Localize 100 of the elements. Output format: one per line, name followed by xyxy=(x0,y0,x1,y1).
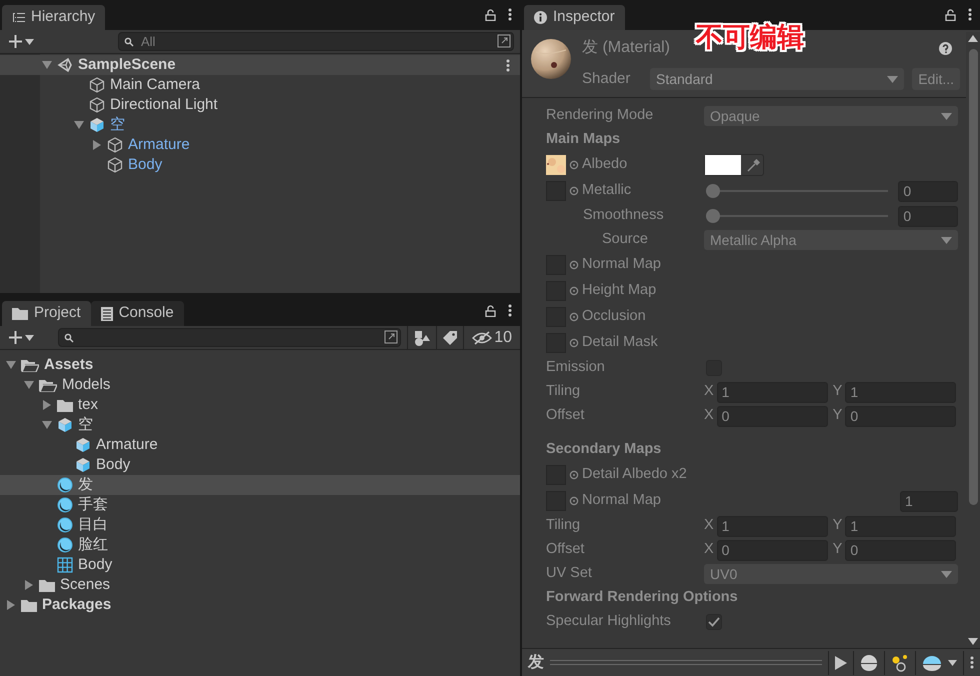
search-field[interactable] xyxy=(58,328,402,347)
tree-row[interactable]: Body xyxy=(0,555,520,575)
collapse-arrow-icon[interactable] xyxy=(24,381,34,389)
tree-row[interactable]: 手套 xyxy=(0,495,520,515)
number-field[interactable]: 0 xyxy=(845,540,956,560)
color-field[interactable] xyxy=(704,154,764,176)
hidden-packages-button[interactable]: 10 xyxy=(470,326,514,350)
more-icon[interactable] xyxy=(968,8,972,21)
number-field[interactable]: 1 xyxy=(716,516,828,536)
number-field[interactable]: 1 xyxy=(900,490,958,512)
number-field[interactable]: 0 xyxy=(898,206,958,226)
open-folder-icon xyxy=(21,358,39,372)
axis-label: Y xyxy=(832,516,842,536)
play-icon[interactable] xyxy=(835,656,847,670)
maximize-icon[interactable] xyxy=(497,34,511,48)
expand-arrow-icon[interactable] xyxy=(93,140,101,150)
slider-track[interactable] xyxy=(706,209,888,223)
lock-icon[interactable] xyxy=(485,8,496,20)
number-field[interactable]: 0 xyxy=(898,180,958,202)
number-field[interactable]: 1 xyxy=(845,382,956,402)
tree-row[interactable]: Scenes xyxy=(0,575,520,595)
more-icon[interactable] xyxy=(970,656,974,669)
number-field[interactable]: 1 xyxy=(716,382,828,402)
number-field[interactable]: 0 xyxy=(716,406,828,426)
tree-row[interactable]: 脸红 xyxy=(0,535,520,555)
expand-arrow-icon[interactable] xyxy=(43,400,51,410)
lock-icon[interactable] xyxy=(485,304,496,316)
tree-row[interactable]: 空 xyxy=(0,115,520,135)
item-label: Assets xyxy=(44,354,94,375)
more-icon[interactable] xyxy=(508,304,512,317)
number-field[interactable]: 0 xyxy=(716,540,828,560)
scrollbar[interactable] xyxy=(966,32,980,648)
number-field[interactable]: 1 xyxy=(845,516,956,536)
collapse-arrow-icon[interactable] xyxy=(6,361,16,369)
tree-row[interactable]: Armature xyxy=(0,435,520,455)
scroll-down-icon[interactable] xyxy=(968,638,978,645)
search-field[interactable]: All xyxy=(118,32,514,51)
help-icon[interactable] xyxy=(939,42,952,54)
lights-icon[interactable] xyxy=(891,654,909,672)
tree-row[interactable]: 空 xyxy=(0,415,520,435)
tree-row[interactable]: Main Camera xyxy=(0,75,520,95)
checkbox[interactable] xyxy=(706,614,722,630)
axis-label: X xyxy=(704,406,714,426)
more-icon[interactable] xyxy=(506,58,510,72)
object-picker-icon[interactable] xyxy=(569,286,579,296)
create-button[interactable] xyxy=(6,34,36,49)
axis-label: Y xyxy=(832,540,842,560)
object-picker-icon[interactable] xyxy=(569,260,579,270)
item-label: 目白 xyxy=(78,514,108,535)
maximize-icon[interactable] xyxy=(384,330,398,344)
panel-tab[interactable]: Inspector xyxy=(524,5,625,30)
tree-row[interactable]: Directional Light xyxy=(0,95,520,115)
object-picker-icon[interactable] xyxy=(569,338,579,348)
lock-icon[interactable] xyxy=(945,8,956,20)
tree-row[interactable]: Armature xyxy=(0,135,520,155)
number-field[interactable]: 0 xyxy=(845,406,956,426)
tree-row[interactable]: 发 xyxy=(0,475,520,495)
folder-icon xyxy=(57,398,73,412)
property-label: Offset xyxy=(546,406,584,426)
tree-row[interactable]: Body xyxy=(0,155,520,175)
shapes-icon[interactable] xyxy=(414,330,430,346)
texture-thumbnail-icon[interactable] xyxy=(546,155,566,175)
collapse-arrow-icon[interactable] xyxy=(42,61,52,69)
object-picker-icon[interactable] xyxy=(569,496,579,506)
slider-thumb[interactable] xyxy=(706,184,720,198)
collapse-arrow-icon[interactable] xyxy=(74,121,84,129)
object-picker-icon[interactable] xyxy=(569,312,579,322)
eyedropper-icon[interactable] xyxy=(747,158,760,172)
expand-arrow-icon[interactable] xyxy=(7,600,15,610)
property-label: Detail Mask xyxy=(582,333,658,352)
object-picker-icon[interactable] xyxy=(569,160,579,170)
property-label: Offset xyxy=(546,540,584,560)
panel-tab[interactable]: Project xyxy=(2,301,91,326)
tree-row[interactable]: Packages xyxy=(0,595,520,615)
slider-track[interactable] xyxy=(706,184,888,198)
scroll-up-icon[interactable] xyxy=(968,35,978,42)
dome-icon[interactable] xyxy=(922,654,942,670)
tag-icon[interactable] xyxy=(443,330,458,344)
panel-tab[interactable]: Hierarchy xyxy=(2,5,106,30)
object-picker-icon[interactable] xyxy=(569,470,579,480)
tree-row[interactable]: Body xyxy=(0,455,520,475)
drag-handle[interactable] xyxy=(550,660,822,665)
tree-row[interactable]: 目白 xyxy=(0,515,520,535)
tree-row[interactable]: tex xyxy=(0,395,520,415)
item-label: 空 xyxy=(78,414,93,435)
create-button[interactable] xyxy=(6,330,36,345)
tree-row[interactable]: Models xyxy=(0,375,520,395)
tree-row[interactable]: Assets xyxy=(0,355,520,375)
item-label: Armature xyxy=(96,434,158,455)
shader-dropdown[interactable]: Standard xyxy=(650,68,904,90)
sphere-icon[interactable] xyxy=(860,654,878,670)
slider-thumb[interactable] xyxy=(706,209,720,223)
object-picker-icon[interactable] xyxy=(569,186,579,196)
more-icon[interactable] xyxy=(508,8,512,21)
tree-row[interactable]: SampleScene xyxy=(0,55,520,75)
caret-icon[interactable] xyxy=(948,660,957,666)
collapse-arrow-icon[interactable] xyxy=(42,421,52,429)
expand-arrow-icon[interactable] xyxy=(25,580,33,590)
scrollbar-thumb[interactable] xyxy=(969,49,978,505)
panel-tab[interactable]: Console xyxy=(90,301,184,326)
